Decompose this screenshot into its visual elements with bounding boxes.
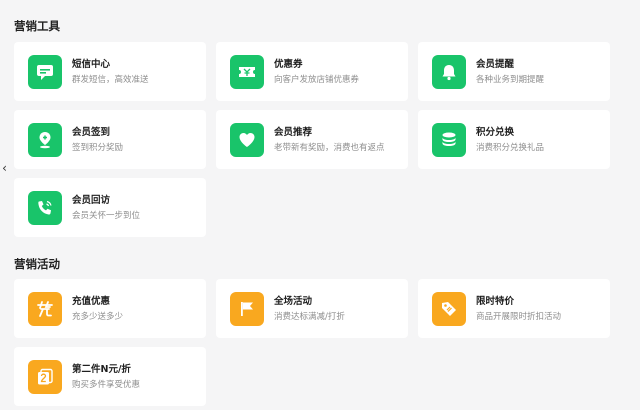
card-desc: 会员关怀一步到位 [72, 210, 141, 221]
card-recharge-offer[interactable]: 充值优惠 充多少送多少 [14, 279, 206, 338]
card-title: 会员回访 [72, 194, 111, 206]
card-desc: 老带新有奖励，消费也有返点 [274, 142, 385, 153]
second-item-icon [28, 359, 62, 394]
card-member-followup[interactable]: 会员回访 会员关怀一步到位 [14, 178, 206, 237]
heart-icon [230, 122, 264, 157]
card-store-wide-event[interactable]: 全场活动 消费达标满减/打折 [216, 279, 408, 338]
location-checkin-icon [28, 122, 62, 157]
card-flash-sale[interactable]: 限时特价 商品开展限时折扣活动 [418, 279, 610, 338]
section-title-marketing-tools: 营销工具 [14, 19, 60, 33]
card-desc: 向客户发放店铺优惠券 [274, 74, 360, 85]
coin-stack-icon [432, 122, 466, 157]
phone-icon [28, 190, 62, 225]
card-title: 优惠券 [274, 58, 303, 70]
card-desc: 充多少送多少 [72, 311, 124, 322]
card-title: 短信中心 [72, 58, 111, 70]
card-desc: 购买多件享受优惠 [72, 379, 141, 390]
collapse-handle[interactable]: ‹ [0, 160, 9, 176]
card-desc: 群发短信，高效准送 [72, 74, 149, 85]
card-desc: 消费达标满减/打折 [274, 311, 345, 322]
card-member-checkin[interactable]: 会员签到 签到积分奖励 [14, 110, 206, 169]
card-title: 全场活动 [274, 295, 313, 307]
card-desc: 消费积分兑换礼品 [476, 142, 545, 153]
card-member-reminder[interactable]: 会员提醒 各种业务到期提醒 [418, 42, 610, 101]
card-title: 第二件N元/折 [72, 363, 131, 375]
card-sms-center[interactable]: 短信中心 群发短信，高效准送 [14, 42, 206, 101]
price-tag-icon [432, 291, 466, 326]
card-desc: 商品开展限时折扣活动 [476, 311, 562, 322]
card-title: 会员提醒 [476, 58, 515, 70]
card-second-item-discount[interactable]: 第二件N元/折 购买多件享受优惠 [14, 347, 206, 406]
recharge-icon [28, 291, 62, 326]
card-title: 充值优惠 [72, 295, 111, 307]
card-title: 会员推荐 [274, 126, 313, 138]
flag-icon [230, 291, 264, 326]
card-desc: 签到积分奖励 [72, 142, 124, 153]
bell-icon [432, 54, 466, 89]
section-title-marketing-activities: 营销活动 [14, 257, 60, 271]
card-coupon[interactable]: 优惠券 向客户发放店铺优惠券 [216, 42, 408, 101]
card-points-exchange[interactable]: 积分兑换 消费积分兑换礼品 [418, 110, 610, 169]
card-member-referral[interactable]: 会员推荐 老带新有奖励，消费也有返点 [216, 110, 408, 169]
coupon-icon [230, 54, 264, 89]
card-desc: 各种业务到期提醒 [476, 74, 545, 85]
card-title: 积分兑换 [476, 126, 515, 138]
message-icon [28, 54, 62, 89]
card-title: 限时特价 [476, 295, 515, 307]
card-title: 会员签到 [72, 126, 111, 138]
